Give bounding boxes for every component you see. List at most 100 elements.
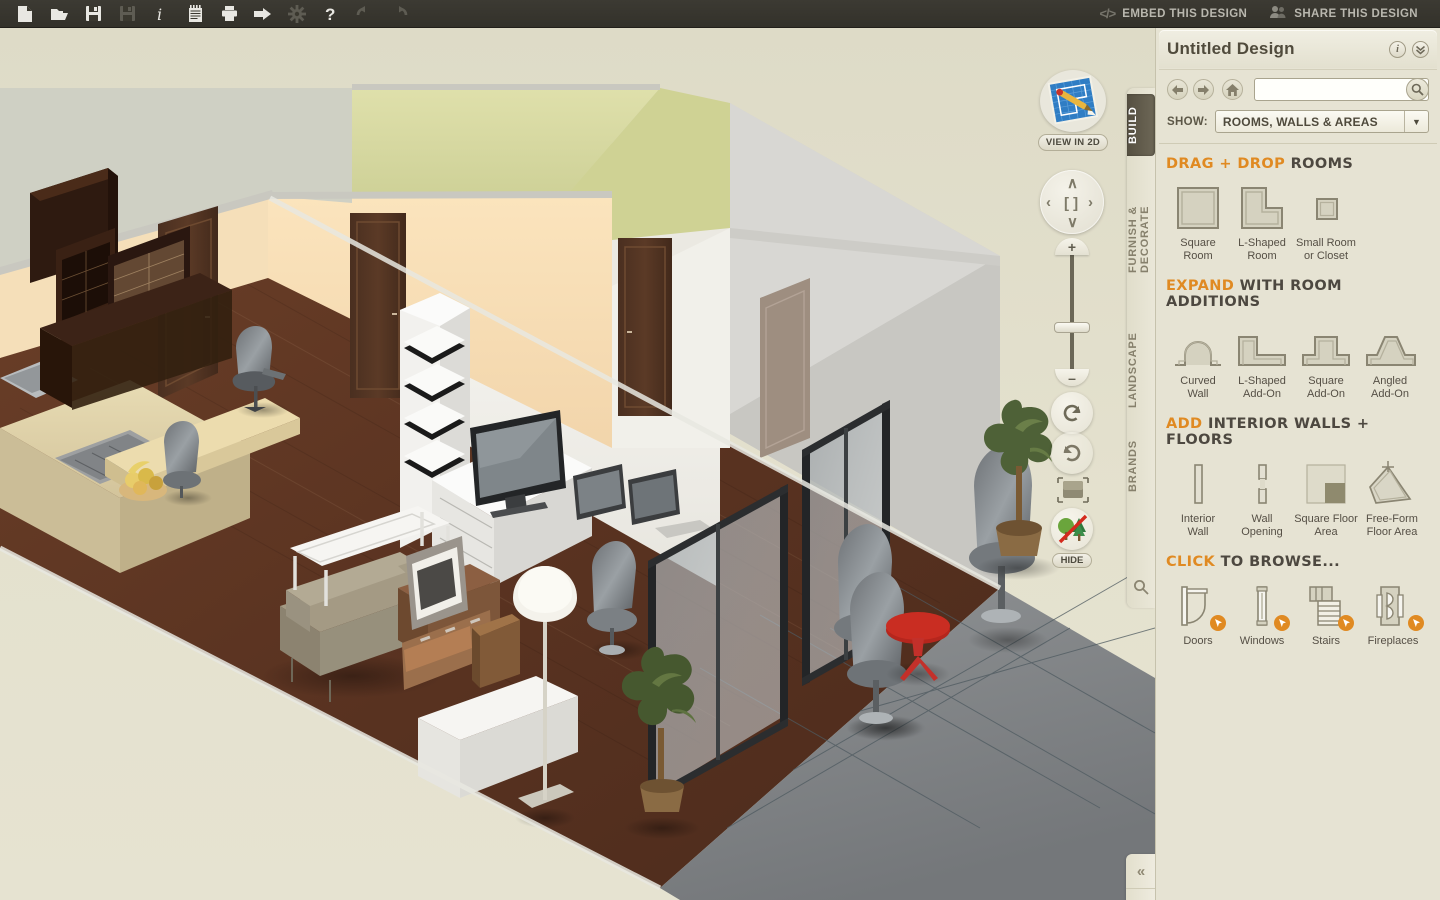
curved-wall-icon — [1166, 321, 1230, 369]
print-icon[interactable] — [212, 1, 246, 27]
section-click-to-browse: CLICK TO BROWSE... Doors Windows Stairs … — [1166, 554, 1430, 648]
right-panel: Untitled Design i SHOW: ROOMS, WALLS & A… — [1155, 28, 1440, 900]
angled-addon-icon — [1358, 321, 1422, 369]
view-in-2d-label: VIEW IN 2D — [1037, 134, 1109, 151]
panel-info-icon[interactable]: i — [1389, 40, 1406, 58]
section-interior-walls-floors: ADD INTERIOR WALLS + FLOORS Interior Wal… — [1166, 416, 1430, 539]
pan-up-button[interactable]: ∧ — [1067, 176, 1078, 191]
item-curved-wall[interactable]: Curved Wall — [1166, 319, 1230, 401]
square-room-icon — [1166, 183, 1230, 231]
nav-forward-button[interactable] — [1193, 79, 1214, 100]
interior-wall-icon — [1166, 459, 1230, 507]
section-title-interior-walls-floors: ADD INTERIOR WALLS + FLOORS — [1166, 416, 1430, 448]
item-label: L-Shaped Room — [1238, 237, 1286, 262]
pan-right-button[interactable]: › — [1088, 195, 1093, 210]
info-icon[interactable]: i — [144, 1, 178, 27]
item-l-shaped-room[interactable]: L-Shaped Room — [1230, 181, 1294, 263]
svg-text:i: i — [157, 5, 162, 22]
search-input[interactable] — [1255, 79, 1428, 100]
item-label: Square Add-On — [1307, 375, 1345, 400]
items-room-additions: Curved Wall L-Shaped Add-On Square Add-O… — [1166, 319, 1430, 401]
item-small-room-or-closet[interactable]: Small Room or Closet — [1294, 181, 1358, 263]
app-root: i ? </> EMBED THIS DESIGN SHARE THIS DES… — [0, 0, 1440, 900]
item-interior-wall[interactable]: Interior Wall — [1166, 457, 1230, 539]
chevron-down-icon[interactable]: ▼ — [1404, 111, 1428, 132]
item-square-floor-area[interactable]: Square Floor Area — [1294, 457, 1358, 539]
item-stairs[interactable]: Stairs — [1294, 579, 1358, 648]
item-square-addon[interactable]: Square Add-On — [1294, 319, 1358, 401]
show-select[interactable]: ROOMS, WALLS & AREAS ▼ — [1214, 110, 1429, 133]
panel-collapse-controls: « » — [1126, 854, 1155, 900]
item-angled-addon[interactable]: Angled Add-On — [1358, 319, 1422, 401]
panel-collapse-icon[interactable] — [1412, 40, 1429, 58]
design-canvas[interactable]: VIEW IN 2D ∧ ∨ ‹ › [ ] + – HIDE BUILD FU… — [0, 28, 1155, 900]
hide-landscape-button[interactable]: HIDE — [1051, 508, 1093, 568]
rail-search-icon[interactable] — [1127, 579, 1155, 600]
l-shaped-room-icon — [1230, 183, 1294, 231]
zoom-track-line — [1070, 246, 1074, 378]
pan-down-button[interactable]: ∨ — [1067, 215, 1078, 230]
square-floor-area-icon — [1294, 459, 1358, 507]
item-free-form-floor-area[interactable]: Free-Form Floor Area — [1358, 457, 1426, 539]
toolbar-right-actions: </> EMBED THIS DESIGN SHARE THIS DESIGN — [1091, 5, 1440, 22]
item-label: Windows — [1239, 635, 1285, 647]
main-toolbar: i ? </> EMBED THIS DESIGN SHARE THIS DES… — [0, 0, 1440, 28]
item-doors[interactable]: Doors — [1166, 579, 1230, 648]
help-question-icon[interactable]: ? — [314, 1, 348, 27]
square-addon-icon — [1294, 321, 1358, 369]
notes-icon[interactable] — [178, 1, 212, 27]
item-label: Square Room — [1180, 237, 1216, 262]
mode-rail: BUILD FURNISH & DECORATE LANDSCAPE BRAND… — [1127, 88, 1155, 608]
material-swatch-icon[interactable] — [1056, 476, 1090, 504]
nav-home-button[interactable] — [1222, 79, 1243, 100]
item-label: Square Floor Area — [1294, 513, 1358, 538]
items-interior-walls-floors: Interior Wall Wall Opening Square Floor … — [1166, 457, 1430, 539]
nav-back-button[interactable] — [1167, 79, 1188, 100]
item-square-room[interactable]: Square Room — [1166, 181, 1230, 263]
search-icon[interactable] — [1406, 78, 1429, 101]
section-title-highlight: DRAG + DROP — [1166, 156, 1286, 172]
embed-label: EMBED THIS DESIGN — [1122, 7, 1248, 20]
new-document-icon[interactable] — [8, 1, 42, 27]
pan-left-button[interactable]: ‹ — [1046, 195, 1051, 210]
pan-center-button[interactable]: [ ] — [1064, 196, 1078, 211]
fireplaces-icon — [1358, 581, 1428, 631]
zoom-slider[interactable]: + – — [1054, 238, 1090, 386]
panel-search-field[interactable] — [1254, 78, 1429, 101]
settings-gear-icon[interactable] — [280, 1, 314, 27]
save-icon[interactable] — [76, 1, 110, 27]
rail-tab-landscape[interactable]: LANDSCAPE — [1127, 320, 1155, 420]
item-label: Small Room or Closet — [1296, 237, 1356, 262]
section-drag-drop-rooms: DRAG + DROP ROOMS Square Room L-Shaped R… — [1166, 156, 1430, 263]
open-folder-icon[interactable] — [42, 1, 76, 27]
zoom-slider-handle[interactable] — [1054, 322, 1090, 333]
rail-tab-build[interactable]: BUILD — [1127, 94, 1155, 156]
browse-cursor-badge — [1338, 615, 1354, 631]
item-l-shaped-addon[interactable]: L-Shaped Add-On — [1230, 319, 1294, 401]
redo-icon — [382, 1, 416, 27]
section-title-drag-drop-rooms: DRAG + DROP ROOMS — [1166, 156, 1430, 172]
item-label: Angled Add-On — [1371, 375, 1409, 400]
rail-tab-brands[interactable]: BRANDS — [1127, 426, 1155, 506]
show-label: SHOW: — [1167, 115, 1208, 128]
item-windows[interactable]: Windows — [1230, 579, 1294, 648]
view-in-2d-button[interactable]: VIEW IN 2D — [1037, 70, 1109, 151]
rail-tab-furnish-decorate[interactable]: FURNISH & DECORATE — [1127, 164, 1155, 314]
floorplan-3d-scene — [0, 28, 1155, 900]
embed-this-design-button[interactable]: </> EMBED THIS DESIGN — [1091, 6, 1255, 21]
panel-header-buttons: i — [1389, 40, 1429, 58]
share-this-design-button[interactable]: SHARE THIS DESIGN — [1261, 5, 1426, 22]
collapse-right-button[interactable]: » — [1126, 889, 1155, 900]
windows-icon — [1230, 581, 1294, 631]
svg-text:?: ? — [325, 5, 335, 23]
items-drag-drop-rooms: Square Room L-Shaped Room Small Room or … — [1166, 181, 1430, 263]
item-wall-opening[interactable]: Wall Opening — [1230, 457, 1294, 539]
item-fireplaces[interactable]: Fireplaces — [1358, 579, 1428, 648]
pan-wheel[interactable]: ∧ ∨ ‹ › [ ] — [1040, 170, 1104, 234]
item-label: Fireplaces — [1367, 635, 1419, 647]
rotate-clockwise-icon[interactable] — [1051, 432, 1093, 474]
export-icon[interactable] — [246, 1, 280, 27]
browse-cursor-badge — [1408, 615, 1424, 631]
rotate-counterclockwise-icon[interactable] — [1051, 392, 1093, 434]
collapse-left-button[interactable]: « — [1126, 854, 1155, 889]
